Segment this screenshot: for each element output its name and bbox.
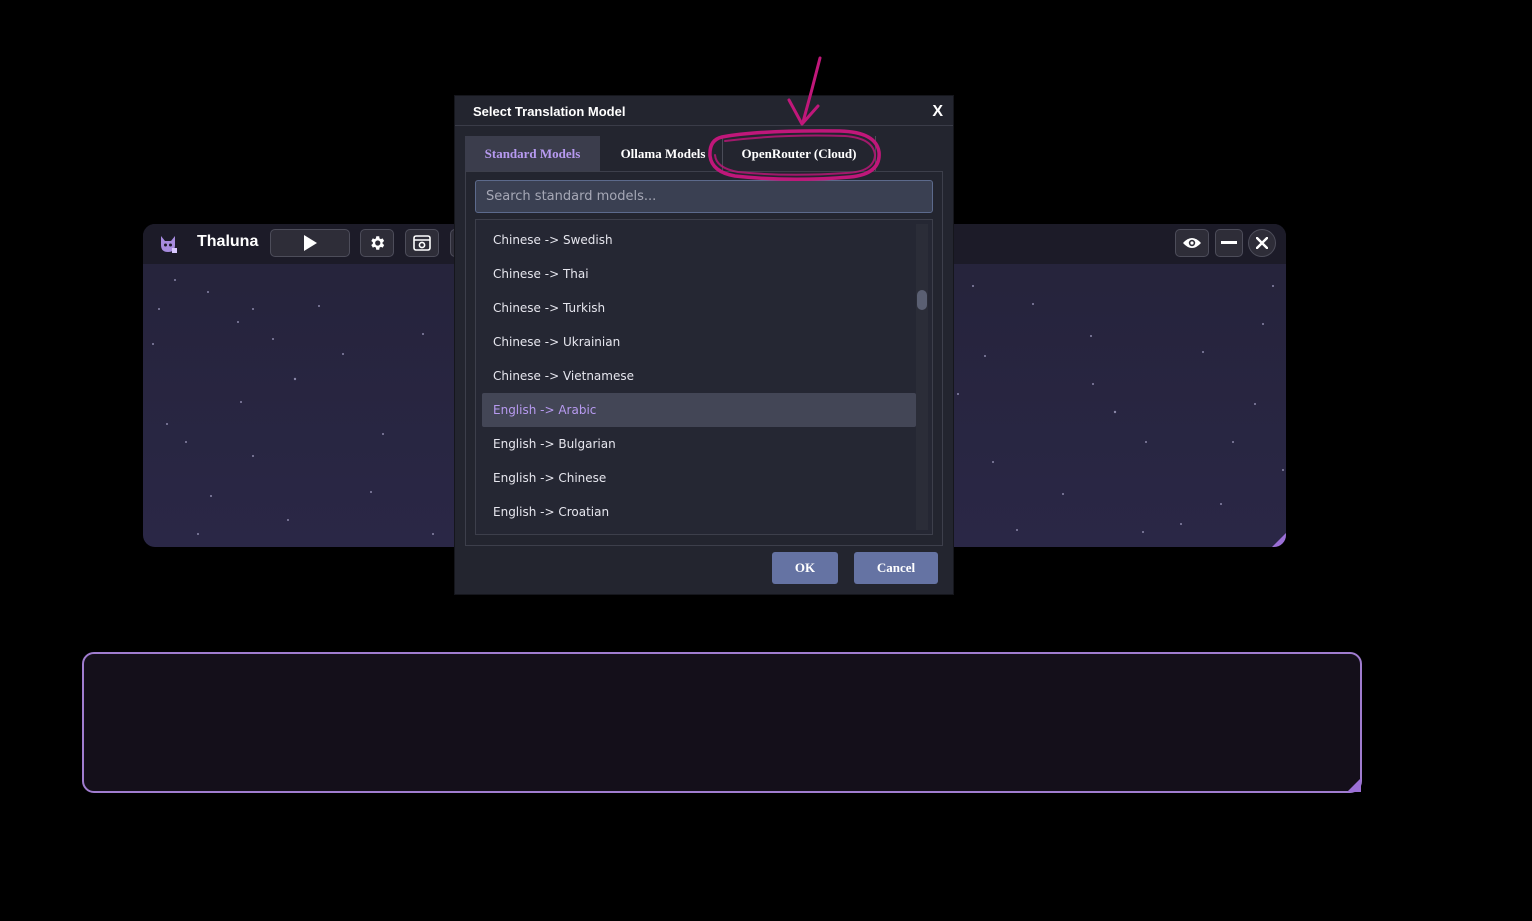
cancel-button[interactable]: Cancel: [854, 552, 938, 584]
settings-button[interactable]: [360, 229, 394, 257]
minimize-button[interactable]: [1215, 229, 1243, 257]
eye-icon: [1183, 238, 1201, 248]
tab-openrouter[interactable]: OpenRouter (Cloud): [722, 136, 876, 171]
screenshot-icon: [413, 235, 431, 251]
model-list[interactable]: Chinese -> Swedish Chinese -> Thai Chine…: [475, 219, 933, 535]
minimize-icon: [1221, 241, 1237, 244]
list-item[interactable]: English -> Chinese: [482, 461, 916, 495]
divider: [455, 125, 953, 126]
visibility-button[interactable]: [1175, 229, 1209, 257]
scrollbar[interactable]: [916, 224, 928, 530]
play-icon: [304, 235, 317, 251]
app-title: Thaluna: [197, 233, 259, 250]
dialog-title: Select Translation Model: [473, 104, 626, 119]
list-item[interactable]: Chinese -> Turkish: [482, 291, 916, 325]
list-item[interactable]: Chinese -> Ukrainian: [482, 325, 916, 359]
subtitle-overlay-box[interactable]: [82, 652, 1362, 793]
tab-ollama-models[interactable]: Ollama Models: [604, 136, 722, 171]
close-icon: [1256, 237, 1268, 249]
tab-standard-models[interactable]: Standard Models: [465, 136, 600, 171]
close-button[interactable]: [1248, 229, 1276, 257]
resize-handle[interactable]: [1272, 533, 1286, 547]
search-input[interactable]: [475, 180, 933, 213]
ok-button[interactable]: OK: [772, 552, 838, 584]
list-item[interactable]: Chinese -> Swedish: [482, 223, 916, 257]
play-button[interactable]: [270, 229, 350, 257]
list-item[interactable]: Chinese -> Vietnamese: [482, 359, 916, 393]
list-item-selected[interactable]: English -> Arabic: [482, 393, 916, 427]
cat-logo-icon: [161, 236, 177, 253]
screenshot-button[interactable]: [405, 229, 439, 257]
scrollbar-thumb[interactable]: [917, 290, 927, 310]
list-item[interactable]: English -> Croatian: [482, 495, 916, 529]
list-item[interactable]: Chinese -> Thai: [482, 257, 916, 291]
list-item[interactable]: English -> Bulgarian: [482, 427, 916, 461]
dialog-close-button[interactable]: X: [932, 103, 943, 121]
select-model-dialog: Select Translation Model X Standard Mode…: [455, 96, 953, 594]
gear-icon: [371, 236, 385, 250]
overlay-resize-handle[interactable]: [1347, 778, 1361, 792]
